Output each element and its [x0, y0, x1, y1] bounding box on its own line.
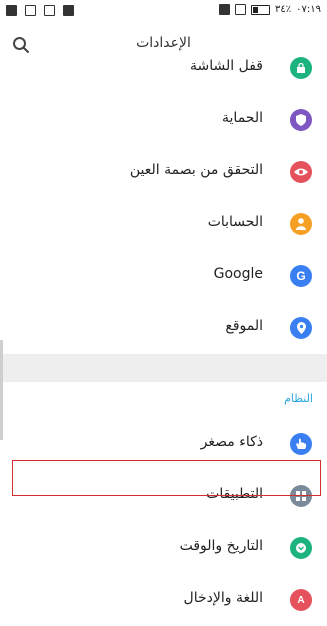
person-icon — [290, 213, 312, 235]
list-item-label: التحقق من بصمة العين — [129, 162, 263, 178]
lock-icon — [290, 57, 312, 79]
sim-icon — [235, 4, 247, 15]
settings-list: قفل الشاشة الحماية التحقق من بصمة العين … — [0, 42, 327, 626]
status-bar: ٣٤٪ ٠٧:١٩ — [0, 0, 327, 24]
scrollbar[interactable] — [0, 340, 3, 440]
list-item-google[interactable]: G Google — [0, 250, 327, 302]
list-item-label: التاريخ والوقت — [179, 538, 263, 554]
clock: ٠٧:١٩ — [296, 4, 321, 15]
list-item-accounts[interactable]: الحسابات — [0, 198, 327, 250]
list-item-label: اللغة والإدخال — [183, 590, 263, 606]
list-item-date-time[interactable]: التاريخ والوقت — [0, 522, 327, 574]
list-item-screen-lock[interactable]: قفل الشاشة — [0, 42, 327, 94]
mail-notification-icon — [44, 5, 55, 16]
list-item-security[interactable]: الحماية — [0, 94, 327, 146]
message-notification-icon — [63, 5, 74, 16]
list-item-location[interactable]: الموقع — [0, 302, 327, 354]
list-item-apps[interactable]: التطبيقات — [0, 470, 327, 522]
list-item-label: الموقع — [225, 318, 263, 334]
list-item-label: التطبيقات — [206, 486, 263, 502]
list-item-label: الحماية — [222, 110, 263, 126]
section-divider — [0, 354, 327, 382]
battery-percent: ٣٤٪ — [275, 4, 292, 15]
list-item-label: قفل الشاشة — [190, 58, 263, 74]
silent-icon — [219, 4, 231, 15]
notification-icons — [6, 5, 74, 16]
shield-icon — [290, 109, 312, 131]
list-item-smart-assist[interactable]: ذكاء مصغر — [0, 418, 327, 470]
list-item-label: الحسابات — [207, 214, 263, 230]
eye-icon — [290, 161, 312, 183]
list-item-language-input[interactable]: A اللغة والإدخال — [0, 574, 327, 626]
language-icon: A — [290, 589, 312, 611]
apps-icon — [290, 485, 312, 507]
image-notification-icon — [25, 5, 36, 16]
section-title: النظام — [284, 392, 313, 405]
google-icon: G — [290, 265, 312, 287]
clock-icon — [290, 537, 312, 559]
section-header-system: النظام — [0, 382, 327, 418]
list-item-eye-verification[interactable]: التحقق من بصمة العين — [0, 146, 327, 198]
list-item-label: Google — [213, 266, 263, 282]
battery-icon — [251, 4, 271, 15]
location-icon — [290, 317, 312, 339]
list-item-label: ذكاء مصغر — [200, 434, 263, 450]
hand-icon — [290, 433, 312, 455]
notification-icon — [6, 5, 17, 16]
